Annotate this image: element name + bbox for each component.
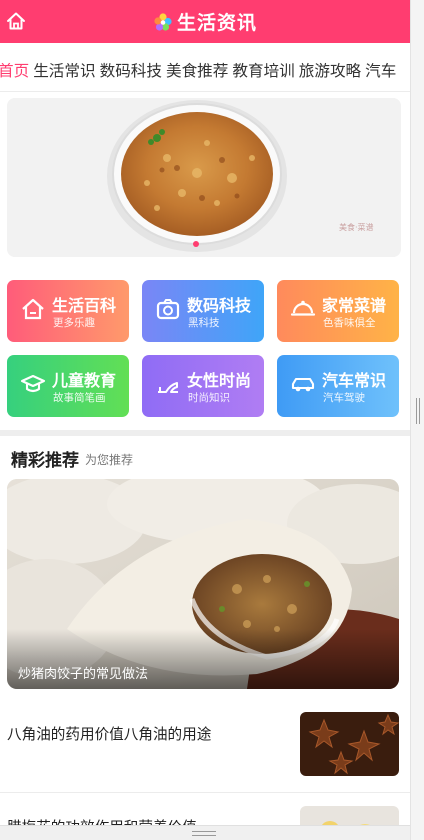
- vertical-scrollbar[interactable]: [410, 0, 424, 840]
- top-header: 生活资讯: [0, 0, 410, 43]
- featured-article-card[interactable]: 炒猪肉饺子的常见做法: [7, 479, 399, 689]
- category-name: 女性时尚: [187, 371, 252, 390]
- category-car-knowledge[interactable]: 汽车常识 汽车驾驶: [277, 355, 399, 417]
- section-title: 精彩推荐: [11, 451, 79, 471]
- category-subtitle: 色香味俱全: [323, 317, 376, 329]
- category-name: 数码科技: [187, 296, 252, 315]
- banner-carousel[interactable]: 美食·菜谱: [7, 98, 401, 257]
- tab-digital-tech[interactable]: 数码科技: [100, 50, 162, 91]
- tab-travel[interactable]: 旅游攻略: [299, 50, 361, 91]
- category-subtitle: 汽车驾驶: [323, 392, 365, 404]
- svg-text:美食·菜谱: 美食·菜谱: [339, 222, 374, 232]
- colorful-flower-logo: [154, 12, 172, 31]
- category-tabs: 首页 生活常识 数码科技 美食推荐 教育培训 旅游攻略 汽车: [0, 50, 410, 92]
- section-subtitle: 为您推荐: [85, 453, 134, 467]
- category-name: 生活百科: [52, 296, 117, 315]
- category-subtitle: 故事简笔画: [53, 392, 106, 404]
- list-separator: [0, 792, 410, 793]
- tab-education[interactable]: 教育培训: [232, 50, 294, 91]
- dish-icon: [290, 300, 316, 316]
- category-women-fashion[interactable]: 女性时尚 时尚知识: [142, 355, 264, 417]
- tab-home[interactable]: 首页: [0, 50, 29, 91]
- graduation-cap-icon: [20, 374, 46, 393]
- section-divider: [0, 430, 410, 436]
- page-title: 生活资讯: [176, 12, 257, 34]
- category-home-recipes[interactable]: 家常菜谱 色香味俱全: [277, 280, 399, 342]
- category-subtitle: 更多乐趣: [53, 317, 95, 329]
- category-digital-tech[interactable]: 数码科技 黑科技: [142, 280, 264, 342]
- category-subtitle: 黑科技: [188, 317, 220, 329]
- category-name: 儿童教育: [52, 371, 117, 390]
- banner-soup-image: 美食·菜谱: [7, 98, 401, 257]
- category-name: 家常菜谱: [322, 296, 387, 315]
- category-child-education[interactable]: 儿童教育 故事简笔画: [7, 355, 129, 417]
- camera-icon: [156, 299, 180, 320]
- category-name: 汽车常识: [322, 371, 387, 390]
- star-anise-thumbnail: [300, 712, 399, 776]
- list-item[interactable]: 八角油的药用价值八角油的用途: [0, 705, 410, 795]
- tab-food[interactable]: 美食推荐: [166, 50, 228, 91]
- article-title: 八角油的药用价值八角油的用途: [7, 726, 212, 743]
- bottom-resize-bar[interactable]: [0, 825, 410, 840]
- high-heel-icon: [158, 382, 178, 393]
- featured-caption: 炒猪肉饺子的常见做法: [18, 667, 149, 682]
- category-life-encyclopedia[interactable]: 生活百科 更多乐趣: [7, 280, 129, 342]
- header-title-group: 生活资讯: [0, 0, 410, 43]
- resize-grip-icon: [192, 831, 216, 836]
- tab-life-tips[interactable]: 生活常识: [33, 50, 95, 91]
- tab-car[interactable]: 汽车: [365, 50, 396, 91]
- app-screen: 生活资讯 首页 生活常识 数码科技 美食推荐 教育培训 旅游攻略 汽车 美食·菜…: [0, 0, 410, 840]
- house-icon: [22, 298, 44, 320]
- carousel-indicator-dot[interactable]: [193, 241, 199, 247]
- car-icon: [291, 377, 315, 392]
- scroll-grip-icon: [416, 398, 420, 424]
- category-subtitle: 时尚知识: [188, 392, 230, 404]
